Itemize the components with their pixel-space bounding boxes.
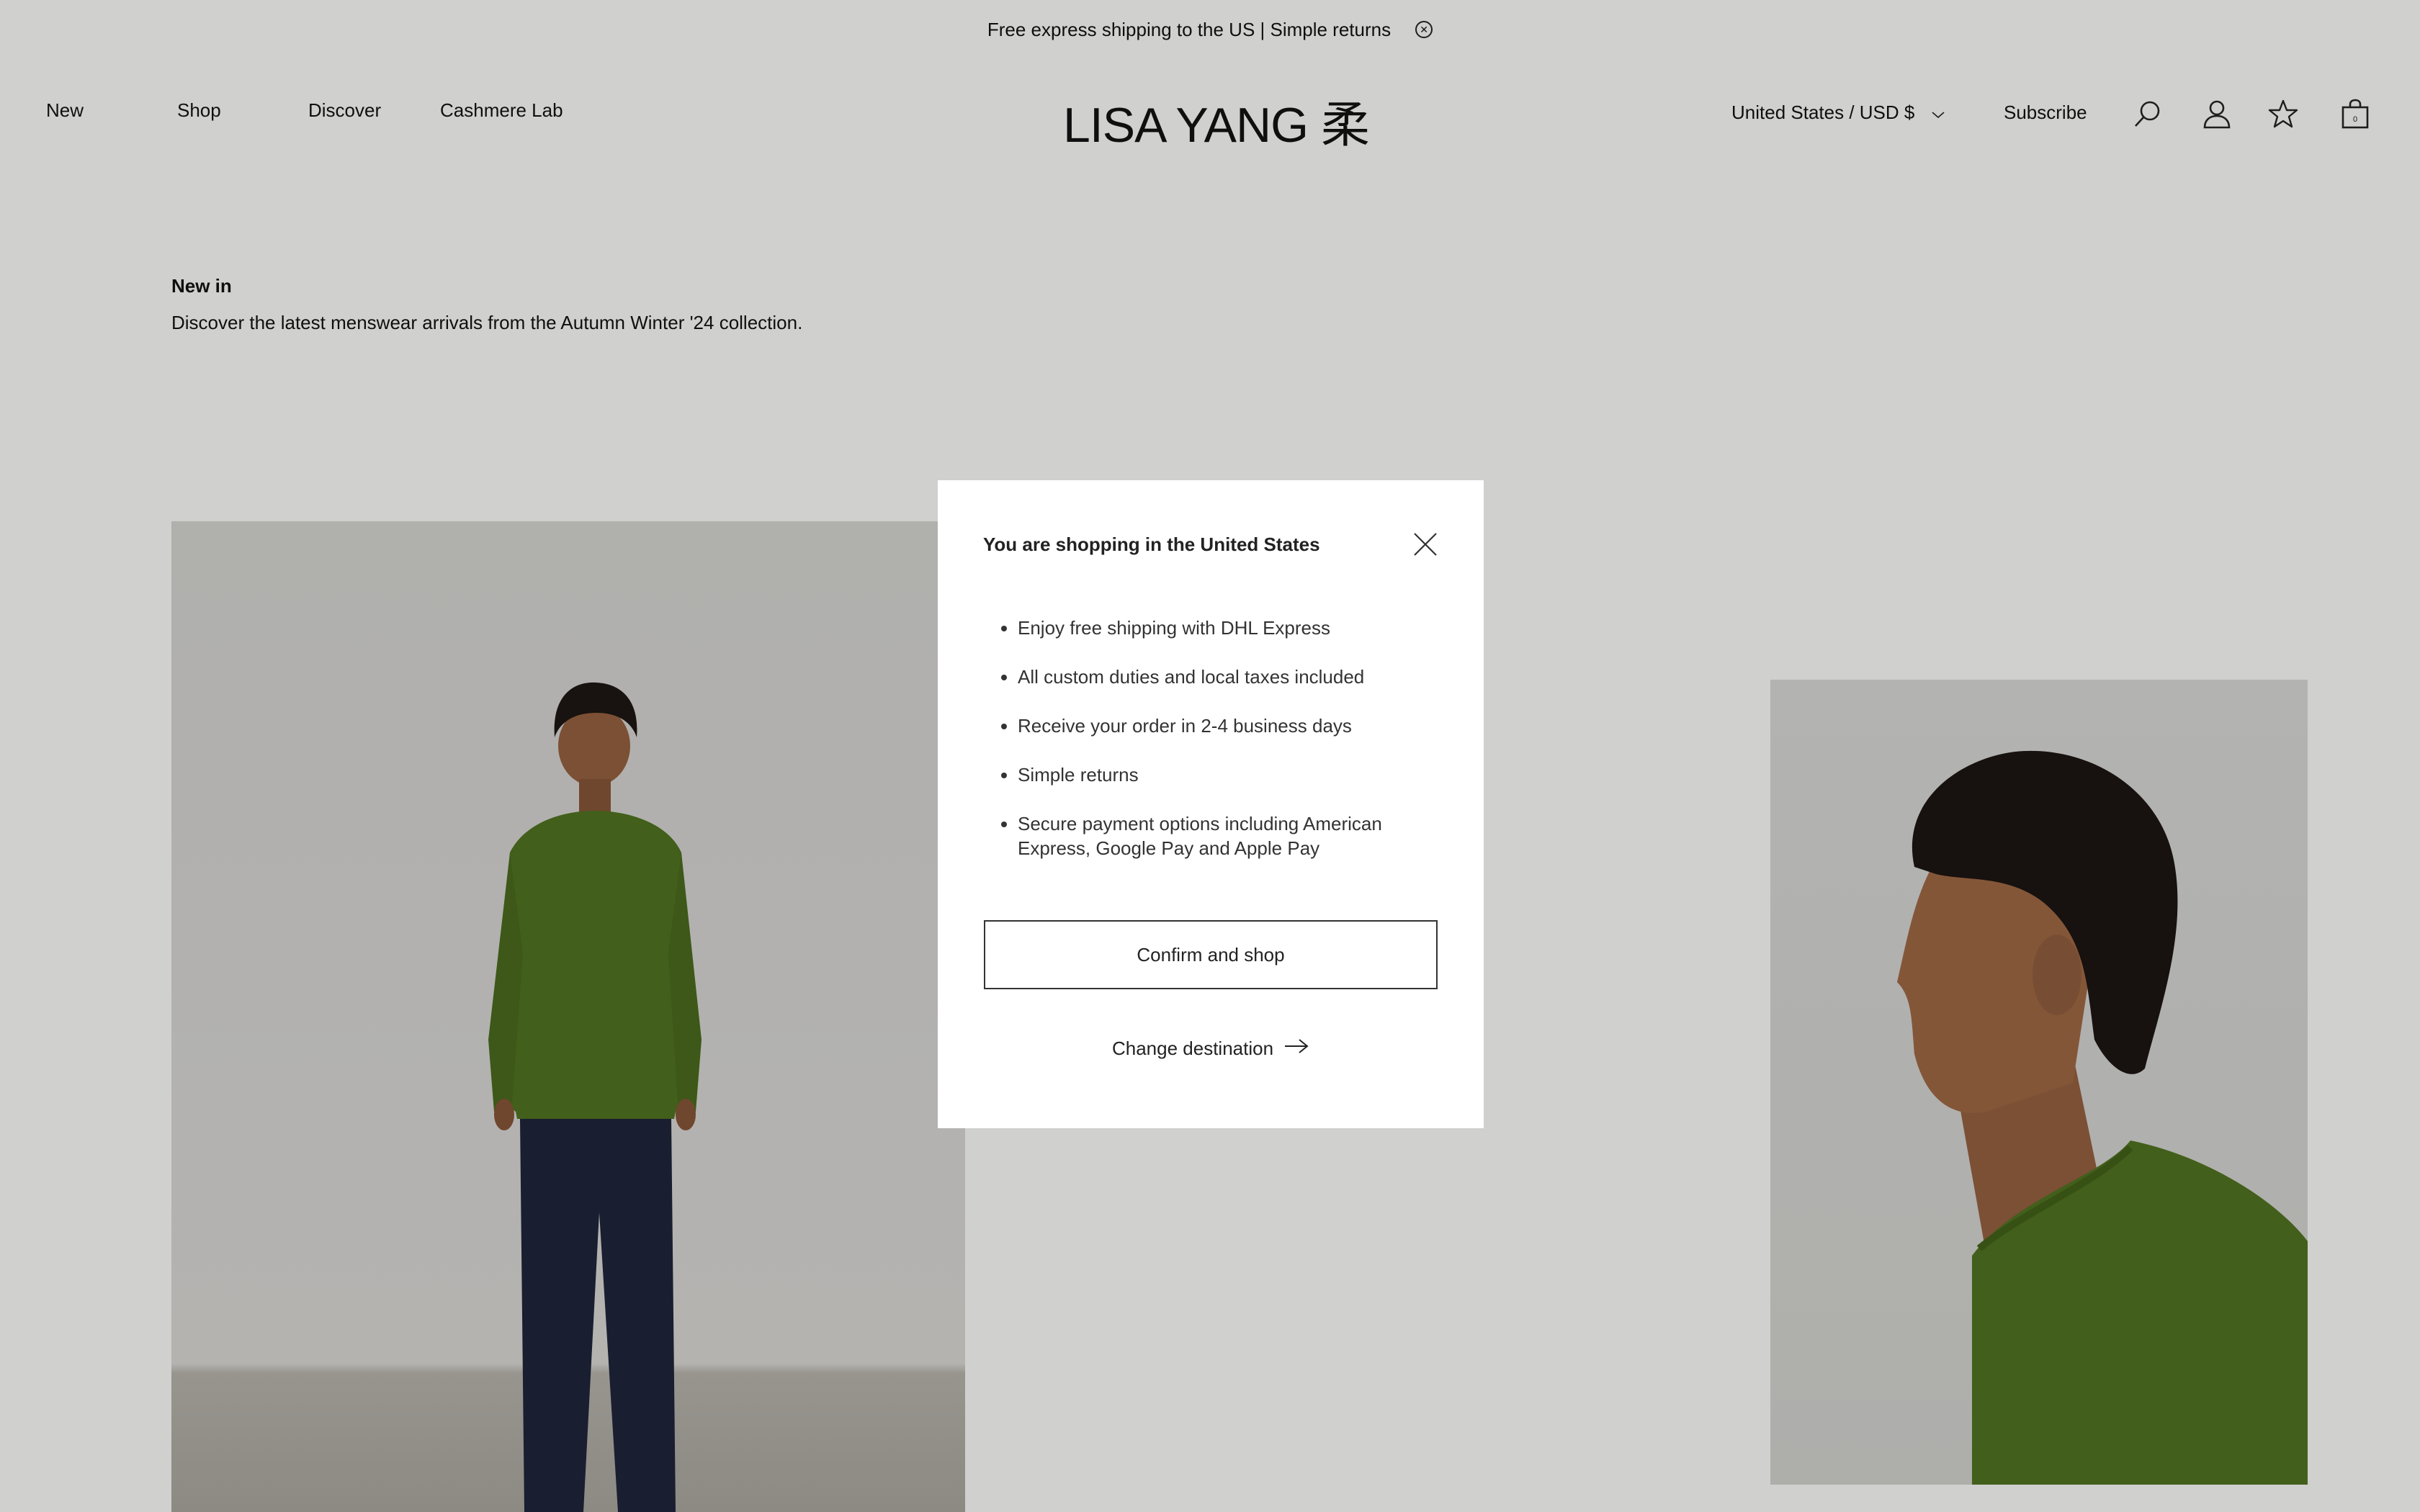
page: Free express shipping to the US | Simple… — [0, 0, 2420, 1512]
benefits-list: Enjoy free shipping with DHL Express All… — [983, 616, 1450, 885]
change-destination-link[interactable]: Change destination — [938, 1038, 1484, 1060]
benefit-item: Receive your order in 2-4 business days — [1018, 714, 1450, 738]
shipping-destination-modal: You are shopping in the United States En… — [938, 480, 1484, 1128]
modal-title: You are shopping in the United States — [983, 534, 1320, 555]
benefit-item: Simple returns — [1018, 762, 1450, 787]
arrow-right-icon — [1283, 1038, 1309, 1060]
close-icon[interactable] — [1412, 531, 1439, 558]
benefit-item: Enjoy free shipping with DHL Express — [1018, 616, 1450, 640]
confirm-and-shop-button[interactable]: Confirm and shop — [984, 920, 1438, 989]
benefit-item: Secure payment options including America… — [1018, 811, 1450, 860]
benefit-item: All custom duties and local taxes includ… — [1018, 665, 1450, 689]
change-destination-label: Change destination — [1111, 1038, 1274, 1059]
